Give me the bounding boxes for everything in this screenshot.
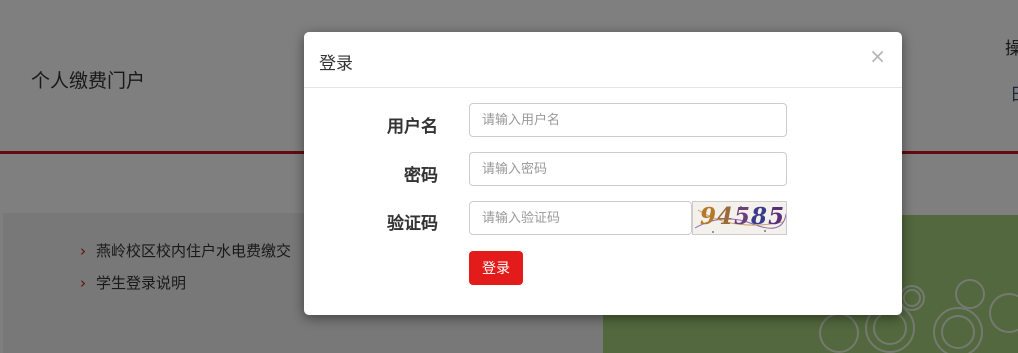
username-label: 用户名 [387,117,438,137]
captcha-char: 9 [700,203,718,230]
captcha-char: 5 [768,203,786,230]
password-input[interactable] [469,152,787,186]
username-input[interactable] [469,103,787,137]
captcha-char: 4 [717,203,735,230]
captcha-char: 8 [751,203,769,230]
close-icon[interactable]: × [869,46,886,66]
login-dialog: 登录 × 用户名 密码 验证码 94585 登录 [304,32,902,315]
login-button[interactable]: 登录 [469,251,523,285]
password-label: 密码 [404,166,438,186]
captcha-input[interactable] [469,201,692,235]
dialog-header: 登录 × [304,32,902,88]
captcha-char: 5 [734,203,752,230]
dialog-title: 登录 [319,54,353,74]
captcha-code: 94585 [700,203,785,230]
captcha-image[interactable]: 94585 [692,201,787,235]
captcha-label: 验证码 [387,214,438,234]
